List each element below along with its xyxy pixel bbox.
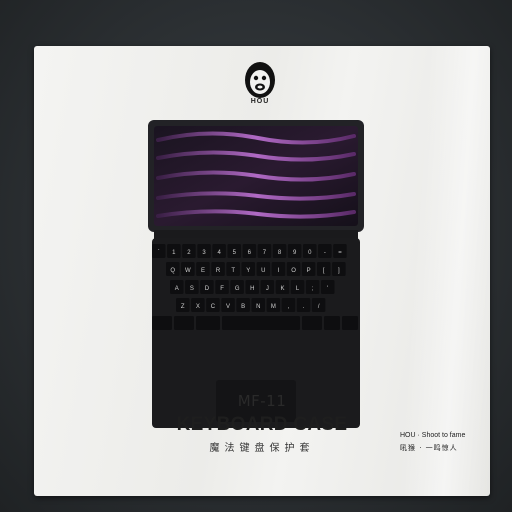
keyboard-keys: ` 1 2 3 4 5 6 7 8 9 0- =Q W E R T Y U I O P[]A S D F G H J K L; 'Z X C V… [152, 244, 358, 330]
keyboard-key-label: G [235, 286, 240, 292]
keyboard-key [196, 316, 220, 330]
keyboard-key [152, 316, 172, 330]
tagline-en: HOU · Shoot to fame [400, 432, 466, 439]
keyboard-key-label: F [220, 286, 224, 292]
keyboard-key-label: E [201, 268, 205, 274]
keyboard-key [324, 316, 340, 330]
keyboard-key-label: R [216, 268, 221, 274]
keyboard-key-label: P [307, 268, 311, 274]
keyboard-key-label: - [324, 250, 326, 256]
tagline-cn: 吼猴 · 一鸣惊人 [400, 444, 458, 452]
keyboard-key-label: M [271, 304, 276, 310]
keyboard-key-label: ' [327, 286, 328, 292]
keyboard-key-label: X [196, 304, 200, 310]
keyboard-key-label: O [291, 268, 296, 274]
keyboard-key-label: D [205, 286, 210, 292]
keyboard-key-label: B [241, 304, 245, 310]
keyboard-key-label: S [190, 286, 194, 292]
keyboard-key [222, 316, 300, 330]
keyboard-key-label: J [266, 286, 269, 292]
keyboard-key [302, 316, 322, 330]
keyboard-key-label: ` [158, 250, 160, 256]
keyboard-key [174, 316, 194, 330]
keyboard-key-label: = [338, 250, 342, 256]
keyboard-key-label: N [256, 304, 260, 310]
keyboard-key-label: W [185, 268, 191, 274]
keyboard-key-label: Y [246, 268, 250, 274]
keyboard-key-label: H [250, 286, 254, 292]
keyboard-key-label: Z [181, 304, 185, 310]
keyboard-key-label: K [280, 286, 284, 292]
keyboard-key-label: V [226, 304, 230, 310]
keyboard-key-label: T [231, 268, 235, 274]
keyboard-key-label: Q [170, 268, 175, 274]
model-number: MF-11 [237, 392, 287, 410]
brand-name: HOU [250, 98, 270, 105]
keyboard-key [342, 316, 358, 330]
keyboard-key-label: U [261, 268, 265, 274]
keyboard-key-label: A [175, 286, 179, 292]
keyboard-key-label: C [211, 304, 216, 310]
